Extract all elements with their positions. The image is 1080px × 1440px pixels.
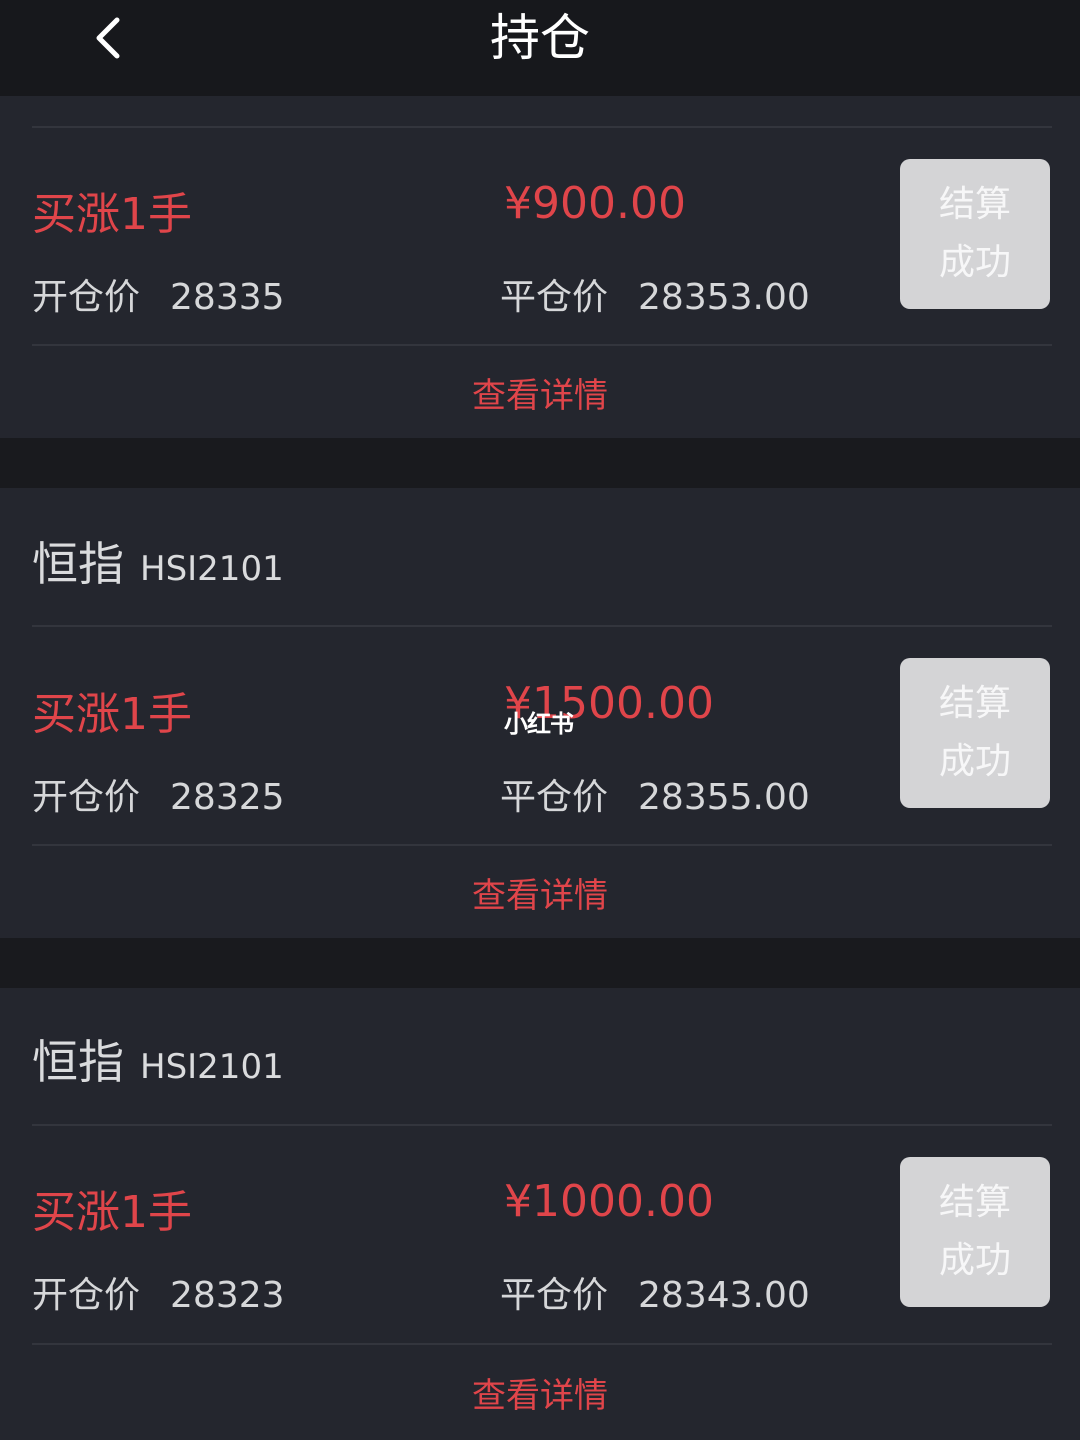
open-price-label: 开仓价 [32,277,141,318]
open-price-value: 28323 [170,1275,285,1316]
profit-amount: ¥1000.00 [504,1176,714,1227]
close-price-label: 平仓价 [500,1275,609,1316]
divider [32,1124,1052,1126]
close-price-label: 平仓价 [500,777,609,818]
open-price-label: 开仓价 [32,777,141,818]
settlement-status-button[interactable]: 结算 成功 [900,1157,1050,1307]
product-code: HSI2101 [140,549,284,589]
top-nav-bar: 持仓 [0,0,1080,96]
open-price-label: 开仓价 [32,1275,141,1316]
close-price-value: 28355.00 [638,777,810,818]
close-price-value: 28353.00 [638,277,810,318]
divider [32,126,1052,128]
status-line-1: 结算 [938,1182,1011,1223]
direction-label: 买涨1手 [32,189,192,240]
divider [32,844,1052,846]
status-line-1: 结算 [938,184,1011,225]
position-card: 买涨1手 ¥900.00 开仓价 28335 平仓价 28353.00 结算 成功 … [0,96,1080,438]
product-title: 恒指 HSI2101 [32,1026,284,1092]
open-price-row: 开仓价 28325 [32,768,285,820]
close-price-value: 28343.00 [638,1275,810,1316]
product-code: HSI2101 [140,1047,284,1087]
settlement-status-button[interactable]: 结算 成功 [900,658,1050,808]
divider [32,625,1052,627]
close-price-row: 平仓价 28355.00 [500,768,810,820]
card-separator [0,938,1080,988]
product-name: 恒指 [32,1035,124,1089]
status-line-2: 成功 [938,1240,1011,1281]
open-price-row: 开仓价 28335 [32,268,285,320]
close-price-row: 平仓价 28343.00 [500,1266,810,1318]
open-price-value: 28325 [170,777,285,818]
card-separator [0,438,1080,488]
settlement-status-button[interactable]: 结算 成功 [900,159,1050,309]
status-line-2: 成功 [938,242,1011,283]
divider [32,344,1052,346]
product-name: 恒指 [32,537,124,591]
status-line-2: 成功 [938,741,1011,782]
view-details-link[interactable]: 查看详情 [0,368,1080,417]
product-title: 恒指 HSI2101 [32,528,284,594]
profit-amount: ¥900.00 [504,178,686,229]
open-price-value: 28335 [170,277,285,318]
direction-label: 买涨1手 [32,689,192,740]
page-title: 持仓 [490,9,590,67]
view-details-link[interactable]: 查看详情 [0,1368,1080,1417]
close-price-row: 平仓价 28353.00 [500,268,810,320]
view-details-link[interactable]: 查看详情 [0,868,1080,917]
close-price-label: 平仓价 [500,277,609,318]
status-line-1: 结算 [938,683,1011,724]
direction-label: 买涨1手 [32,1187,192,1238]
divider [32,1343,1052,1345]
position-card: 恒指 HSI2101 买涨1手 ¥1000.00 开仓价 28323 平仓价 283… [0,988,1080,1440]
watermark-text: 小红书 [504,710,574,738]
open-price-row: 开仓价 28323 [32,1266,285,1318]
